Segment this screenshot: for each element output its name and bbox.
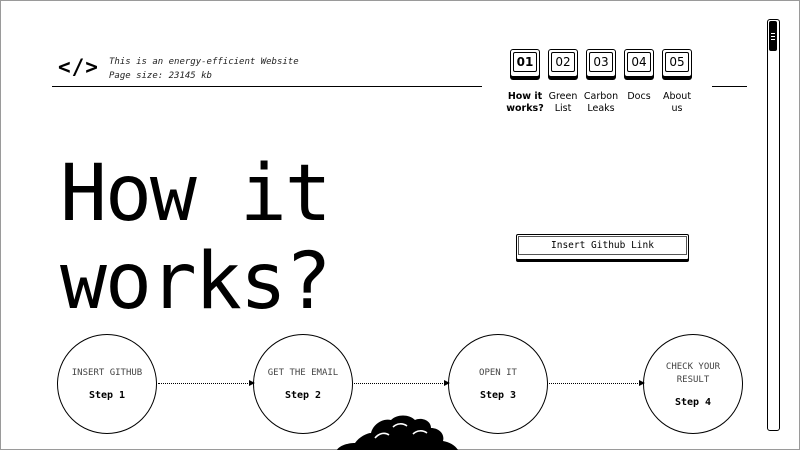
step-title: GET THE EMAIL [267,368,339,378]
nav-key-number: 02 [551,52,575,72]
nav-key-01[interactable]: 01 [510,49,540,77]
step-title: CHECK YOUR RESULT [665,361,721,385]
nav-key-number: 05 [665,52,689,72]
scrollbar-thumb[interactable] [769,21,777,51]
header-divider-right [712,86,747,87]
step-title: OPEN IT [479,368,517,378]
step-circle-4: CHECK YOUR RESULT Step 4 [643,334,743,434]
grip-line [771,39,775,40]
logo-icon[interactable]: </> [58,55,99,79]
grip-line [771,36,775,37]
step-number: Step 4 [674,396,712,408]
vertical-scrollbar[interactable] [767,19,780,431]
nav-key-03[interactable]: 03 [586,49,616,77]
step-circle-3: OPEN IT Step 3 [448,334,548,434]
page-title: How it works? [60,149,332,327]
nav-key-04[interactable]: 04 [624,49,654,77]
insert-github-link-button[interactable]: Insert Github Link [516,234,689,260]
step-title: INSERT GITHUB [71,368,143,378]
step-number: Step 1 [88,390,126,401]
step-number: Step 3 [479,390,517,401]
tagline-energy: This is an energy-efficient Website [109,57,299,67]
header-divider [52,86,482,87]
nav-key-number: 03 [589,52,613,72]
nav-key-number: 01 [513,52,537,72]
grip-line [771,33,775,34]
arrow-right-icon [354,379,450,386]
nav-link-about-us[interactable]: About us [652,91,702,115]
step-circle-1: INSERT GITHUB Step 1 [57,334,157,434]
cloud-icon [337,415,458,450]
arrow-right-icon [549,379,645,386]
step-number: Step 2 [284,390,322,401]
nav-key-number: 04 [627,52,651,72]
tagline-page-size: Page size: 23145 kb [109,71,212,81]
site-tagline: This is an energy-efficient Website Page… [109,55,299,83]
arrow-right-icon [158,379,255,386]
insert-github-link-label: Insert Github Link [518,236,687,255]
nav-key-02[interactable]: 02 [548,49,578,77]
nav-key-05[interactable]: 05 [662,49,692,77]
